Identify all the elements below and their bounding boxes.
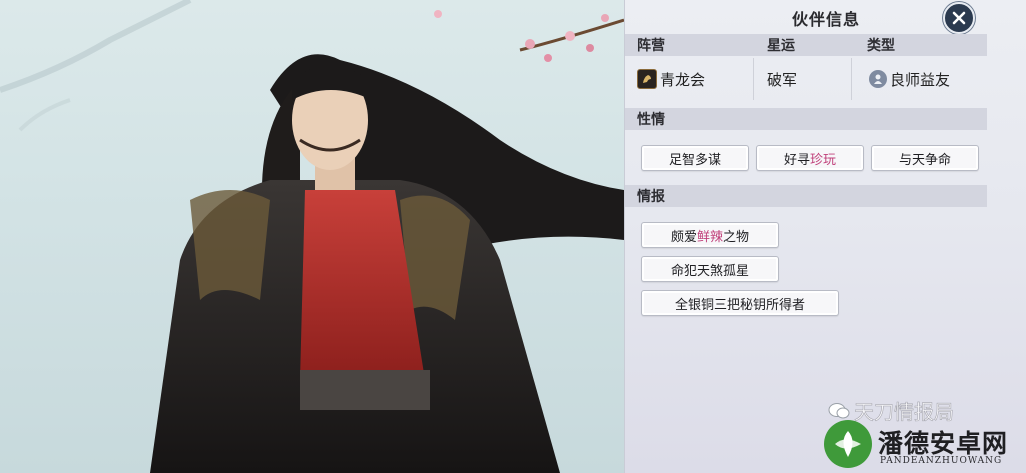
star-fortune-value: 破军 xyxy=(767,70,798,89)
watermark: 天刀情报局 潘德安卓网 PANDEANZHUOWANG xyxy=(820,396,1026,473)
column-faction: 阵营 xyxy=(637,38,665,54)
intel-item[interactable]: 颇爱 鲜辣 之物 xyxy=(641,222,779,248)
type-value: 良师益友 xyxy=(869,58,950,100)
intel-header: 情报 xyxy=(625,185,987,207)
wechat-icon xyxy=(828,402,850,418)
column-type: 类型 xyxy=(867,38,895,54)
attributes-header: 阵营 星运 类型 xyxy=(625,34,987,56)
temperament-header: 性情 xyxy=(625,108,987,130)
site-pinyin: PANDEANZHUOWANG xyxy=(880,456,1003,466)
dragon-emblem-icon xyxy=(637,69,657,89)
intel-item[interactable]: 全银铜三把秘钥所得者 xyxy=(641,290,839,316)
faction-value: 青龙会 xyxy=(637,58,705,100)
character-art xyxy=(0,0,625,473)
column-star-fortune: 星运 xyxy=(767,38,795,54)
intel-item[interactable]: 命犯天煞孤星 xyxy=(641,256,779,282)
close-icon xyxy=(952,11,966,25)
mentor-icon xyxy=(869,70,887,88)
temperament-tag[interactable]: 足智多谋 xyxy=(641,145,749,171)
site-name: 潘德安卓网 xyxy=(878,429,1009,458)
divider xyxy=(753,58,754,100)
temperament-tag[interactable]: 好寻 珍玩 xyxy=(756,145,864,171)
site-logo-icon xyxy=(824,420,872,468)
divider xyxy=(851,58,852,100)
temperament-tag[interactable]: 与天争命 xyxy=(871,145,979,171)
close-button[interactable] xyxy=(943,2,975,34)
